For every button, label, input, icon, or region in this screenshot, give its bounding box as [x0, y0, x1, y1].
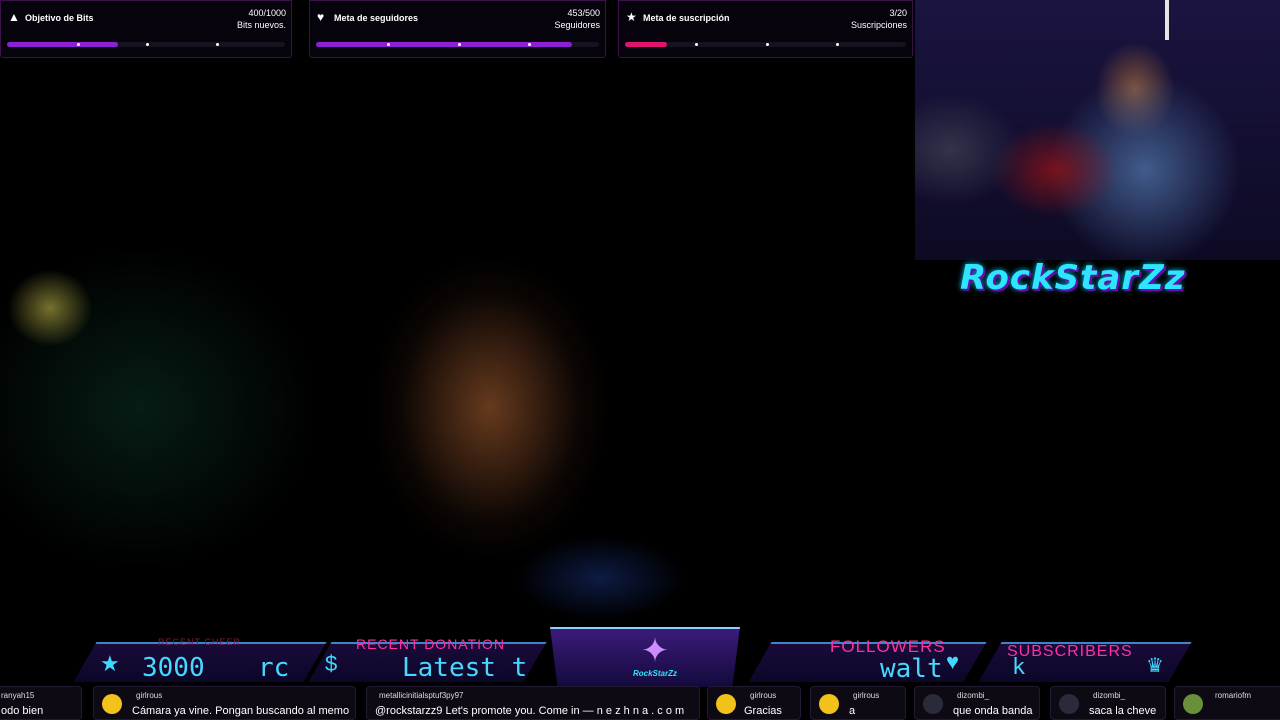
subscribers-value: k: [1012, 655, 1026, 680]
chat-username: girlrous: [750, 691, 777, 700]
avatar: [923, 694, 943, 714]
goal-progress-fill: [316, 42, 573, 47]
goal-title: Meta de suscripción: [643, 13, 730, 23]
chat-message: metallicinitialsptuf3py97 @rockstarzz9 L…: [366, 686, 700, 720]
chat-username: girlrous: [853, 691, 880, 700]
followers-goal-widget: ♥ Meta de seguidores 453/500 Seguidores: [309, 0, 606, 58]
goal-progress-fill: [7, 42, 119, 47]
chat-message: dizombi_ que onda banda: [914, 686, 1040, 720]
followers-value: walt: [880, 654, 943, 684]
chat-message: girlrous a: [810, 686, 906, 720]
chat-text: a: [849, 705, 856, 717]
star-icon: ★: [100, 651, 120, 676]
center-emblem: ✦ RockStarZz: [620, 633, 690, 678]
bits-goal-widget: ▲ Objetivo de Bits 400/1000 Bits nuevos.: [0, 0, 292, 58]
trophy-icon: ♛: [1146, 655, 1164, 677]
goal-progress-track: [7, 42, 285, 47]
progress-marker: [835, 43, 839, 46]
goal-amount: 3/20: [889, 8, 907, 18]
chat-username: girlrous: [136, 691, 163, 700]
chat-username: dizombi_: [1093, 691, 1126, 700]
avatar: [1059, 694, 1079, 714]
chat-text: que onda banda: [953, 705, 1033, 717]
heart-icon: ♥: [946, 649, 960, 674]
emblem-text: RockStarZz: [632, 669, 677, 678]
chat-username: metallicinitialsptuf3py97: [379, 691, 464, 700]
chat-username: ranyah15: [1, 691, 35, 700]
subscription-goal-widget: ★ Meta de suscripción 3/20 Suscripciones: [618, 0, 913, 58]
progress-marker: [765, 43, 769, 46]
heart-icon: ♥: [317, 10, 325, 24]
progress-marker: [146, 43, 149, 46]
star-icon: ★: [626, 10, 637, 24]
video-frame: [0, 178, 700, 618]
video-player[interactable]: [0, 58, 915, 630]
webcam-feed: [915, 0, 1280, 260]
recent-cheer-label: RECENT CHEER: [158, 637, 241, 647]
stream-info-bar: RECENT CHEER ★ 3000 rc RECENT DONATION $…: [0, 625, 1280, 687]
goal-progress-fill: [625, 42, 668, 47]
goal-title: Objetivo de Bits: [25, 13, 94, 23]
subscribers-label: SUBSCRIBERS: [1007, 643, 1133, 660]
goal-title: Meta de seguidores: [334, 13, 419, 23]
progress-marker: [76, 43, 80, 46]
chat-message: dizombi_ saca la cheve: [1050, 686, 1166, 720]
recent-donation-value: Latest t: [402, 653, 528, 683]
recent-donation-label: RECENT DONATION: [356, 636, 506, 652]
progress-marker: [386, 43, 390, 46]
goal-unit: Seguidores: [554, 20, 600, 30]
chat-username: dizombi_: [957, 691, 990, 700]
progress-marker: [457, 43, 461, 46]
chat-message: girlrous Gracias: [707, 686, 801, 720]
chat-message: romariofm: [1174, 686, 1280, 720]
recent-cheer-extra: rc: [258, 653, 290, 683]
goal-amount: 453/500: [567, 8, 600, 18]
avatar: [1183, 694, 1203, 714]
chat-text: @rockstarzz9 Let's promote you. Come in …: [375, 705, 685, 717]
recent-cheer-value: 3000: [142, 653, 205, 683]
chat-message: ranyah15 odo bien: [0, 686, 82, 720]
chat-username: romariofm: [1215, 691, 1252, 700]
channel-logo: RockStarZz: [960, 258, 1186, 298]
goal-amount: 400/1000: [248, 8, 286, 18]
goal-progress-track: [625, 42, 906, 47]
avatar: [102, 694, 122, 714]
emblem-star-icon: ✦: [640, 632, 670, 670]
progress-marker: [695, 43, 699, 46]
avatar: [819, 694, 839, 714]
chat-text: Gracias: [744, 705, 782, 717]
microphone-cable: [1165, 0, 1169, 40]
coin-icon: $: [325, 651, 338, 676]
chat-text: Cámara ya vine. Pongan buscando al memo: [132, 705, 350, 717]
goal-unit: Suscripciones: [850, 20, 907, 30]
goal-unit: Bits nuevos.: [236, 20, 286, 30]
goal-progress-track: [316, 42, 599, 47]
progress-marker: [215, 43, 219, 46]
bits-icon: ▲: [8, 10, 20, 24]
chat-message: girlrous Cámara ya vine. Pongan buscando…: [93, 686, 356, 720]
avatar: [716, 694, 736, 714]
chat-ticker: ranyah15 odo bien girlrous Cámara ya vin…: [0, 686, 1280, 720]
chat-text: saca la cheve: [1089, 705, 1157, 717]
chat-text: odo bien: [1, 705, 44, 717]
